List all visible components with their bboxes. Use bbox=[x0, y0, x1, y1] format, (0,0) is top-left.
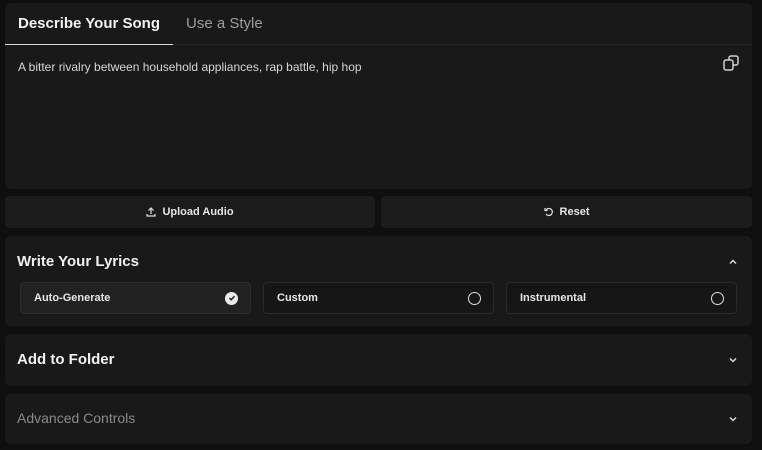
upload-audio-label: Upload Audio bbox=[162, 206, 234, 218]
lyrics-option-label: Auto-Generate bbox=[34, 292, 111, 304]
radio-circle-icon bbox=[711, 291, 724, 305]
lyrics-option-instrumental[interactable]: Instrumental bbox=[506, 282, 737, 314]
upload-icon bbox=[146, 207, 157, 217]
copy-icon[interactable] bbox=[722, 54, 740, 72]
tab-describe-your-song[interactable]: Describe Your Song bbox=[5, 3, 173, 46]
write-lyrics-section: Write Your Lyrics Auto-Generate Custom I… bbox=[5, 236, 752, 326]
add-to-folder-title: Add to Folder bbox=[17, 351, 115, 368]
reset-label: Reset bbox=[559, 206, 590, 218]
lyrics-option-label: Custom bbox=[277, 292, 318, 304]
add-to-folder-section[interactable]: Add to Folder bbox=[5, 334, 752, 386]
song-description-input[interactable]: A bitter rivalry between household appli… bbox=[5, 45, 752, 189]
reset-icon bbox=[543, 207, 553, 217]
chevron-down-icon[interactable] bbox=[728, 355, 738, 365]
tab-bar: Describe Your Song Use a Style bbox=[5, 3, 752, 46]
upload-audio-button[interactable]: Upload Audio bbox=[5, 196, 375, 228]
chevron-up-icon[interactable] bbox=[728, 257, 738, 267]
radio-circle-icon bbox=[468, 291, 481, 305]
lyrics-option-label: Instrumental bbox=[520, 292, 587, 304]
song-description-text[interactable]: A bitter rivalry between household appli… bbox=[18, 60, 362, 74]
lyrics-option-custom[interactable]: Custom bbox=[263, 282, 494, 314]
reset-button[interactable]: Reset bbox=[381, 196, 752, 228]
write-lyrics-title[interactable]: Write Your Lyrics bbox=[17, 253, 139, 270]
chevron-down-icon[interactable] bbox=[728, 414, 738, 424]
advanced-controls-title: Advanced Controls bbox=[17, 410, 136, 426]
tab-use-a-style[interactable]: Use a Style bbox=[173, 3, 276, 45]
lyrics-option-auto-generate[interactable]: Auto-Generate bbox=[20, 282, 251, 314]
song-creator-panel: Describe Your Song Use a Style A bitter … bbox=[0, 0, 762, 450]
check-circle-icon bbox=[225, 291, 238, 305]
advanced-controls-section[interactable]: Advanced Controls bbox=[5, 394, 752, 444]
lyrics-mode-options: Auto-Generate Custom Instrumental bbox=[20, 282, 737, 314]
